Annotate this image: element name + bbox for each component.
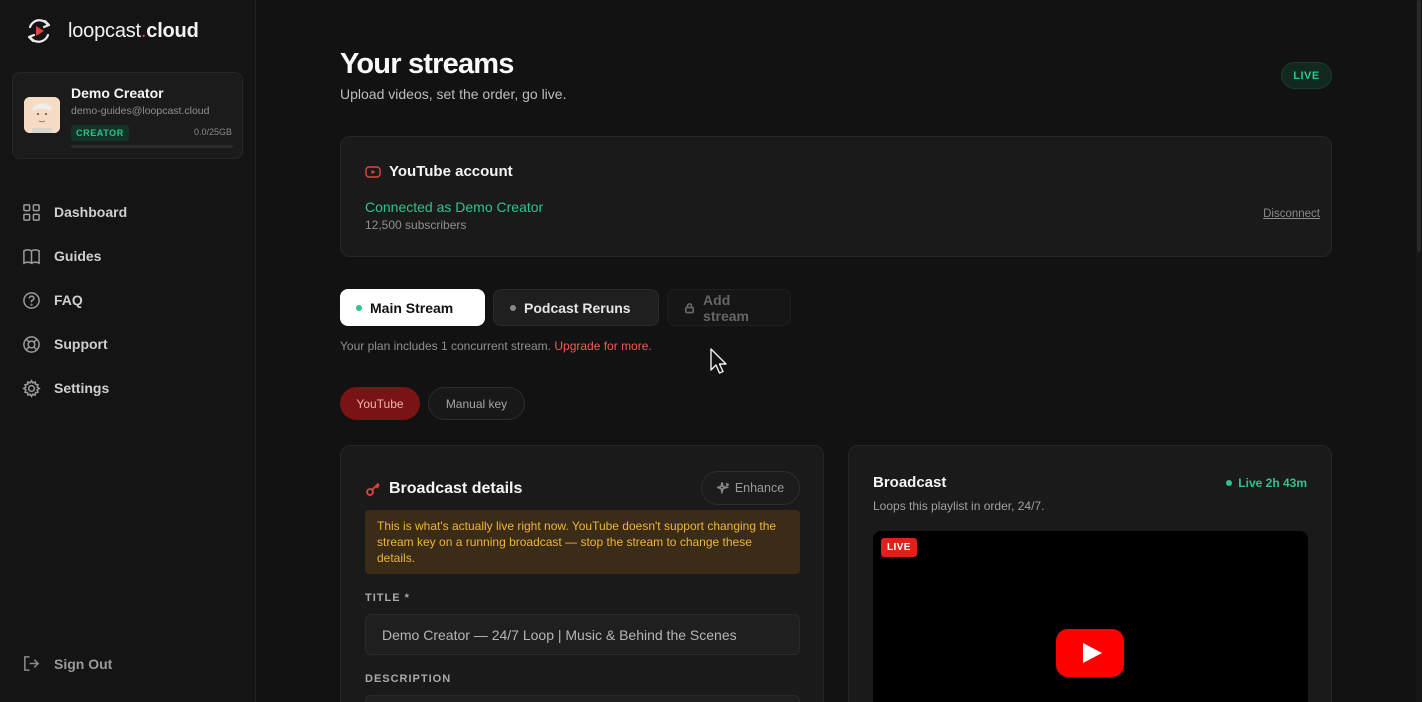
live-duration: Live 2h 43m: [1226, 476, 1307, 490]
book-icon: [23, 248, 40, 264]
plan-badge: CREATOR: [71, 125, 129, 141]
broadcast-details-title: Broadcast details: [389, 480, 523, 497]
sidebar-item-label: Support: [54, 336, 108, 352]
sidebar-item-guides[interactable]: Guides: [22, 234, 242, 278]
youtube-account-title: YouTube account: [389, 163, 513, 180]
storage-usage: 0.0/25GB: [193, 127, 232, 137]
tab-label: Podcast Reruns: [524, 299, 631, 316]
broadcast-card: Broadcast Loops this playlist in order, …: [848, 445, 1332, 702]
mode-manual-key-button[interactable]: Manual key: [428, 387, 525, 420]
scrollbar[interactable]: [1416, 0, 1422, 702]
plan-note: Your plan includes 1 concurrent stream. …: [340, 339, 652, 353]
add-stream-button[interactable]: Add stream: [667, 289, 791, 326]
youtube-account-header: YouTube account: [365, 163, 513, 180]
description-label: DESCRIPTION: [365, 673, 452, 685]
mouse-cursor-icon: [710, 348, 727, 374]
broadcast-details-header: Broadcast details: [365, 480, 522, 498]
connected-status: Connected as Demo Creator: [365, 199, 544, 215]
page-title: Your streams: [340, 48, 514, 80]
lock-icon: [685, 302, 695, 313]
live-duration-text: Live 2h 43m: [1238, 476, 1307, 490]
brand-logo[interactable]: loopcast.cloud: [24, 16, 199, 46]
app-root: loopcast.cloud Demo Creator demo-guides@…: [0, 0, 1422, 702]
lifebuoy-icon: [23, 335, 40, 353]
scrollbar-thumb[interactable]: [1417, 0, 1421, 252]
tab-label: Main Stream: [370, 299, 454, 316]
broadcast-details-card: Broadcast details Enhance This is what's…: [340, 445, 824, 702]
youtube-icon: [365, 165, 381, 178]
enhance-button[interactable]: Enhance: [701, 471, 800, 505]
grid-icon: [23, 203, 40, 221]
mode-youtube-button[interactable]: YouTube: [340, 387, 420, 420]
profile-email: demo-guides@loopcast.cloud: [71, 105, 210, 117]
youtube-account-card: YouTube account Connected as Demo Creato…: [340, 136, 1332, 257]
player-live-badge: LIVE: [881, 538, 917, 557]
sign-out-button[interactable]: Sign Out: [22, 654, 112, 673]
youtube-play-icon[interactable]: [1056, 629, 1124, 677]
sparkles-icon: [716, 482, 729, 494]
loop-logo-icon: [27, 19, 51, 43]
key-icon: [366, 482, 380, 496]
sign-out-icon: [24, 656, 40, 671]
broadcast-subtitle: Loops this playlist in order, 24/7.: [873, 499, 1045, 513]
profile-name: Demo Creator: [71, 85, 164, 101]
profile-card[interactable]: Demo Creator demo-guides@loopcast.cloud …: [12, 72, 243, 159]
disconnect-link[interactable]: Disconnect: [1263, 208, 1320, 220]
inactive-stream-dot: [510, 304, 516, 311]
sidebar-item-settings[interactable]: Settings: [22, 366, 242, 410]
avatar: [24, 97, 60, 133]
title-input[interactable]: [365, 614, 800, 655]
title-label: TITLE *: [365, 592, 410, 604]
sign-out-label: Sign Out: [54, 655, 113, 672]
subscriber-count: 12,500 subscribers: [365, 218, 467, 232]
tab-main-stream[interactable]: Main Stream: [340, 289, 485, 326]
sidebar-nav: Dashboard Guides FAQ Support Settings: [22, 190, 242, 410]
description-input[interactable]: [365, 695, 800, 702]
sidebar-item-dashboard[interactable]: Dashboard: [22, 190, 242, 234]
main-content: Your streams Upload videos, set the orde…: [256, 0, 1416, 702]
sidebar-item-support[interactable]: Support: [22, 322, 242, 366]
plan-note-text: Your plan includes 1 concurrent stream.: [340, 339, 552, 353]
brand-name: loopcast.cloud: [68, 19, 199, 42]
video-player[interactable]: LIVE: [873, 531, 1308, 702]
tab-podcast-reruns[interactable]: Podcast Reruns: [493, 289, 659, 326]
sidebar-item-faq[interactable]: FAQ: [22, 278, 242, 322]
sidebar-item-label: Guides: [54, 248, 102, 264]
avatar-face-icon: [24, 97, 60, 133]
active-stream-dot: [356, 304, 362, 311]
sidebar-item-label: Dashboard: [54, 204, 128, 220]
stream-tabs: Main Stream Podcast Reruns Add stream: [340, 289, 791, 326]
live-status-badge: LIVE: [1281, 62, 1332, 89]
sidebar-item-label: Settings: [54, 380, 110, 396]
page-subtitle: Upload videos, set the order, go live.: [340, 86, 567, 102]
help-circle-icon: [23, 291, 40, 309]
gear-icon: [22, 378, 41, 398]
sidebar: loopcast.cloud Demo Creator demo-guides@…: [0, 0, 256, 702]
live-dot: [1226, 480, 1233, 486]
live-warning-banner: This is what's actually live right now. …: [365, 510, 800, 574]
enhance-label: Enhance: [734, 481, 785, 495]
tab-label: Add stream: [703, 291, 749, 324]
sidebar-item-label: FAQ: [54, 292, 83, 308]
broadcast-title: Broadcast: [873, 474, 947, 491]
storage-bar: [71, 145, 233, 148]
upgrade-link[interactable]: Upgrade for more.: [554, 339, 651, 353]
